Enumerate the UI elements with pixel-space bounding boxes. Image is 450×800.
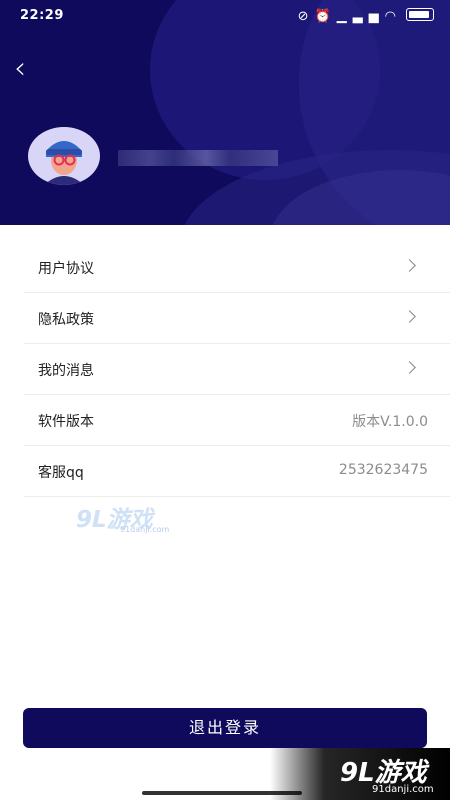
version-value: 版本V.1.0.0 (352, 414, 428, 430)
logout-button[interactable]: 退出登录 (23, 708, 427, 748)
menu-item-software-version: 软件版本 版本V.1.0.0 (24, 395, 450, 446)
wifi-icon: ◠ (384, 9, 402, 24)
status-bar: 22:29 ⊘⏰▁▃▅◠ (0, 0, 450, 34)
chevron-left-icon: ‹ (14, 51, 26, 86)
avatar-illustration (35, 127, 93, 185)
menu-item-label: 客服qq (38, 465, 84, 481)
menu-item-label: 隐私政策 (38, 312, 94, 328)
username-redacted (118, 150, 278, 166)
alarm-off-icon: ⊘ (297, 9, 315, 24)
menu-item-label: 软件版本 (38, 414, 94, 430)
qq-value: 2532623475 (338, 462, 428, 478)
battery-icon (406, 8, 434, 21)
alarm-icon: ⏰ (314, 9, 337, 24)
chevron-right-icon (403, 310, 416, 323)
status-time: 22:29 (20, 8, 64, 23)
menu-item-label: 用户协议 (38, 261, 94, 277)
profile-header: 22:29 ⊘⏰▁▃▅◠ ‹ (0, 0, 450, 225)
chevron-right-icon (403, 259, 416, 272)
back-button[interactable]: ‹ (14, 54, 44, 85)
watermark-logo: 9L游戏 91danji.com (76, 500, 172, 538)
watermark-domain: 91danji.com (120, 525, 170, 534)
avatar[interactable] (28, 127, 100, 185)
menu-item-my-messages[interactable]: 我的消息 (24, 344, 450, 395)
status-icons: ⊘⏰▁▃▅◠ (298, 8, 434, 24)
menu-item-customer-service-qq[interactable]: 客服qq 2532623475 (24, 446, 450, 497)
menu-item-user-agreement[interactable]: 用户协议 (24, 242, 450, 293)
menu-item-label: 我的消息 (38, 363, 94, 379)
watermark-domain: 91danji.com (372, 784, 434, 795)
chevron-right-icon (403, 361, 416, 374)
watermark-corner: 9L游戏 91danji.com (270, 748, 450, 800)
settings-list: 用户协议 隐私政策 我的消息 软件版本 版本V.1.0.0 客服qq 25326… (24, 242, 450, 497)
menu-item-privacy-policy[interactable]: 隐私政策 (24, 293, 450, 344)
signal-icon: ▁▃▅ (336, 9, 385, 24)
